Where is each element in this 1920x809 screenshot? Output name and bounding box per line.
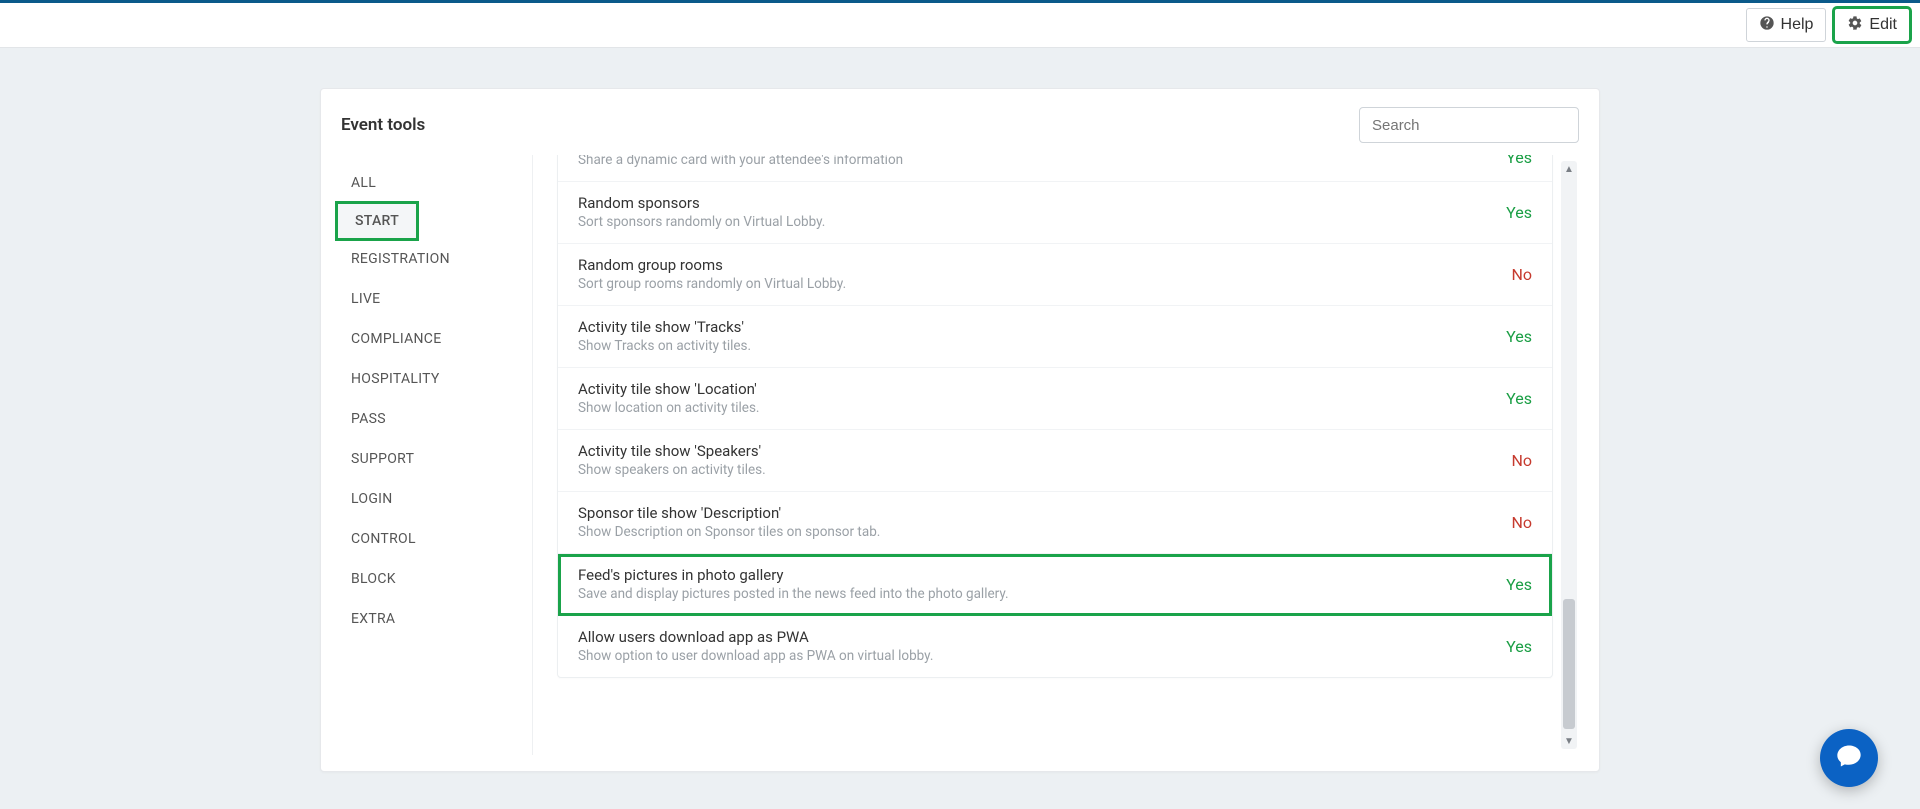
setting-title: Sponsor tile show 'Description' [578,504,880,522]
setting-text: Activity tile show 'Tracks' Show Tracks … [578,318,751,354]
chat-icon [1835,742,1863,774]
setting-value: Yes [1506,203,1532,222]
topbar: Help Edit [0,3,1920,48]
setting-text: Random sponsors Sort sponsors randomly o… [578,194,825,230]
settings-card: Voucher Share a dynamic card with your a… [557,155,1553,678]
setting-title: Allow users download app as PWA [578,628,933,646]
setting-value: No [1511,451,1532,470]
panel-header: Event tools [321,89,1599,155]
setting-title: Random group rooms [578,256,846,274]
setting-value: Yes [1506,327,1532,346]
event-tools-panel: Event tools ALL START REGISTRATION LIVE … [320,88,1600,772]
help-icon [1759,15,1775,36]
tab-all[interactable]: ALL [333,163,532,203]
settings-scroll-area: Voucher Share a dynamic card with your a… [551,155,1581,755]
setting-desc: Sort group rooms randomly on Virtual Lob… [578,276,846,292]
scroll-down-arrow-icon[interactable]: ▼ [1561,733,1577,749]
edit-button[interactable]: Edit [1834,8,1910,42]
setting-desc: Show Description on Sponsor tiles on spo… [578,524,880,540]
content-wrap: Event tools ALL START REGISTRATION LIVE … [0,48,1920,772]
setting-text: Voucher Share a dynamic card with your a… [578,155,903,168]
setting-text: Activity tile show 'Speakers' Show speak… [578,442,766,478]
setting-desc: Show speakers on activity tiles. [578,462,766,478]
setting-text: Allow users download app as PWA Show opt… [578,628,933,664]
panel-title: Event tools [341,115,425,135]
tab-support[interactable]: SUPPORT [333,439,532,479]
setting-row[interactable]: Random sponsors Sort sponsors randomly o… [558,182,1552,244]
setting-title: Feed's pictures in photo gallery [578,566,1009,584]
setting-text: Random group rooms Sort group rooms rand… [578,256,846,292]
side-tabs: ALL START REGISTRATION LIVE COMPLIANCE H… [333,155,533,755]
tab-compliance[interactable]: COMPLIANCE [333,319,532,359]
tab-extra[interactable]: EXTRA [333,599,532,639]
tab-registration[interactable]: REGISTRATION [333,239,532,279]
tab-control[interactable]: CONTROL [333,519,532,559]
gear-icon [1847,15,1863,36]
vertical-scrollbar[interactable]: ▲ ▼ [1561,161,1577,749]
setting-row[interactable]: Allow users download app as PWA Show opt… [558,616,1552,677]
scrollbar-thumb[interactable] [1563,599,1575,729]
edit-button-label: Edit [1869,16,1897,34]
tab-login[interactable]: LOGIN [333,479,532,519]
setting-row[interactable]: Sponsor tile show 'Description' Show Des… [558,492,1552,554]
setting-value: No [1511,513,1532,532]
setting-value: Yes [1506,155,1532,167]
setting-row[interactable]: Activity tile show 'Location' Show locat… [558,368,1552,430]
setting-desc: Show Tracks on activity tiles. [578,338,751,354]
setting-row[interactable]: Activity tile show 'Tracks' Show Tracks … [558,306,1552,368]
help-button[interactable]: Help [1746,8,1827,42]
search-input[interactable] [1359,107,1579,143]
panel-body: ALL START REGISTRATION LIVE COMPLIANCE H… [321,155,1599,755]
tab-pass[interactable]: PASS [333,399,532,439]
setting-row[interactable]: Random group rooms Sort group rooms rand… [558,244,1552,306]
setting-title: Activity tile show 'Tracks' [578,318,751,336]
setting-row-feed-pictures[interactable]: Feed's pictures in photo gallery Save an… [558,554,1552,616]
setting-value: No [1511,265,1532,284]
setting-desc: Show location on activity tiles. [578,400,760,416]
setting-desc: Share a dynamic card with your attendee'… [578,155,903,168]
help-button-label: Help [1781,16,1814,34]
setting-desc: Save and display pictures posted in the … [578,586,1009,602]
setting-title: Random sponsors [578,194,825,212]
setting-value: Yes [1506,637,1532,656]
setting-value: Yes [1506,389,1532,408]
setting-desc: Sort sponsors randomly on Virtual Lobby. [578,214,825,230]
chat-fab-button[interactable] [1820,729,1878,787]
tab-start[interactable]: START [337,203,417,239]
setting-text: Sponsor tile show 'Description' Show Des… [578,504,880,540]
setting-text: Feed's pictures in photo gallery Save an… [578,566,1009,602]
tab-hospitality[interactable]: HOSPITALITY [333,359,532,399]
tab-live[interactable]: LIVE [333,279,532,319]
tab-block[interactable]: BLOCK [333,559,532,599]
setting-row[interactable]: Activity tile show 'Speakers' Show speak… [558,430,1552,492]
setting-title: Activity tile show 'Speakers' [578,442,766,460]
scroll-up-arrow-icon[interactable]: ▲ [1561,161,1577,177]
setting-title: Activity tile show 'Location' [578,380,760,398]
setting-text: Activity tile show 'Location' Show locat… [578,380,760,416]
setting-row[interactable]: Voucher Share a dynamic card with your a… [558,155,1552,182]
setting-value: Yes [1506,575,1532,594]
setting-desc: Show option to user download app as PWA … [578,648,933,664]
